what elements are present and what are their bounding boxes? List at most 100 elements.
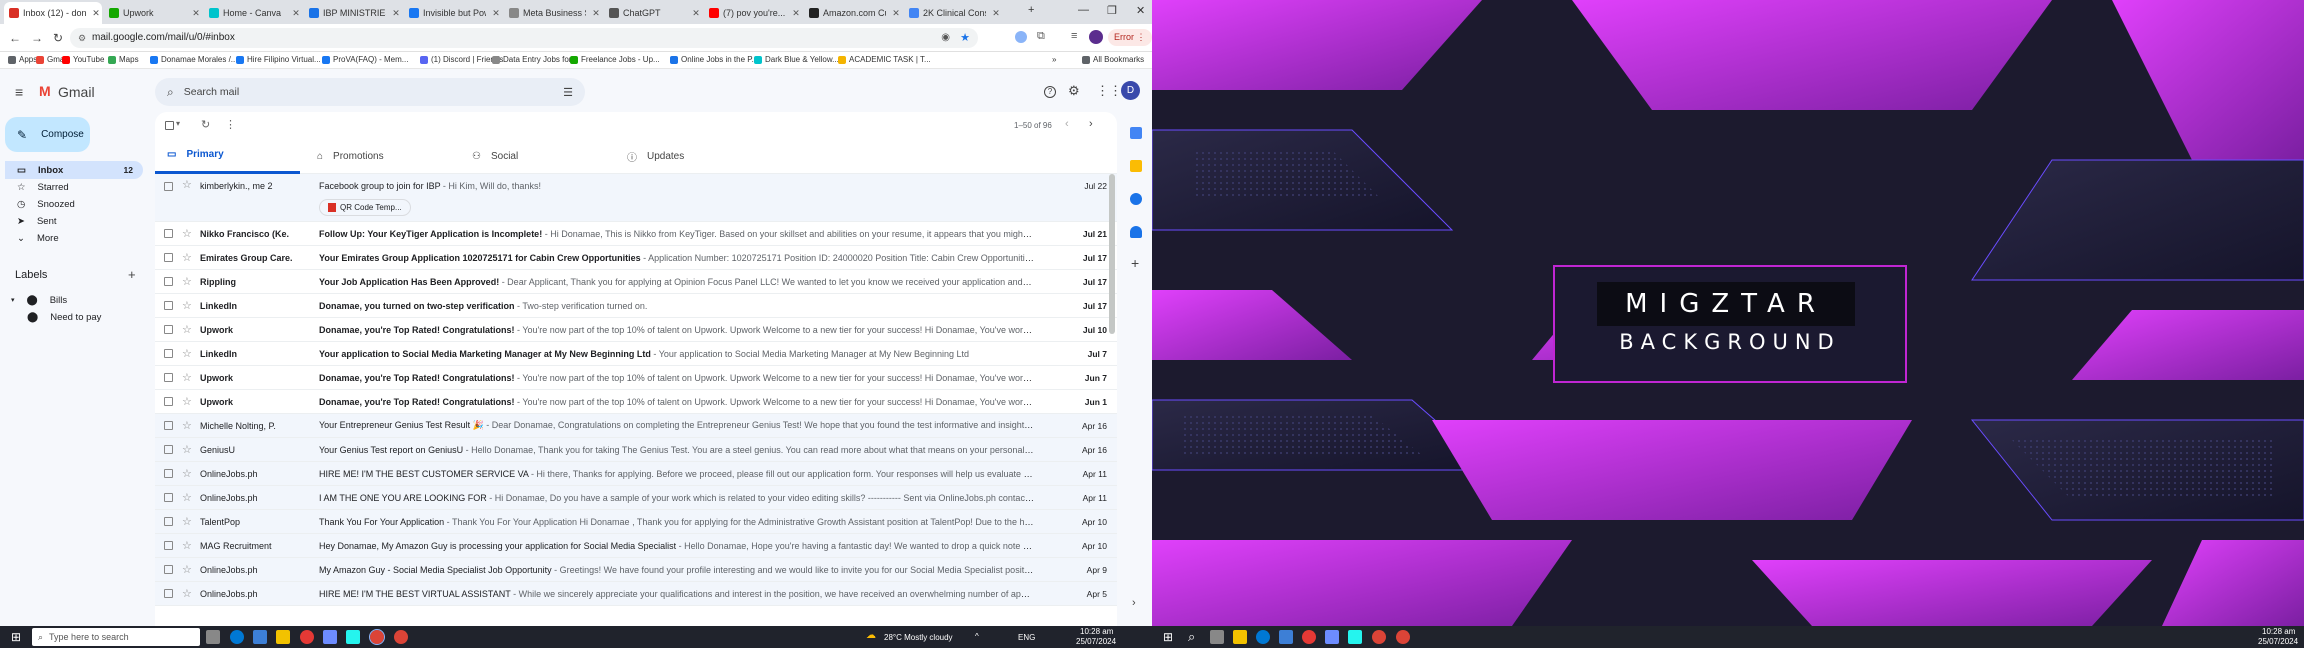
bookmark-star-icon[interactable]: ★: [960, 28, 970, 48]
windows-start-icon[interactable]: ⊞: [1163, 630, 1173, 644]
bookmark-item[interactable]: Dark Blue & Yellow...: [754, 55, 839, 64]
email-row[interactable]: ☆ OnlineJobs.ph I AM THE ONE YOU ARE LOOKI…: [155, 486, 1117, 510]
task-view-icon[interactable]: [1210, 630, 1224, 644]
task-view-icon[interactable]: [206, 630, 220, 644]
clock-time[interactable]: 10:28 am: [1080, 627, 1113, 636]
email-row[interactable]: ☆ OnlineJobs.ph HIRE ME! I'M THE BEST CUST…: [155, 462, 1117, 486]
taskbar-search-input[interactable]: Type here to search: [49, 632, 129, 642]
star-icon[interactable]: ☆: [182, 515, 192, 528]
chrome-icon[interactable]: [369, 629, 385, 645]
add-addon-icon[interactable]: +: [1131, 255, 1139, 271]
star-icon[interactable]: ☆: [182, 587, 192, 600]
scrollbar-thumb[interactable]: [1109, 174, 1115, 334]
language-indicator[interactable]: ENG: [1018, 633, 1035, 642]
clock-date[interactable]: 25/07/2024: [1076, 637, 1116, 646]
clock-date-right[interactable]: 25/07/2024: [2258, 637, 2298, 646]
menu-lines-icon[interactable]: ≡: [1071, 30, 1077, 42]
weather-text[interactable]: 28°C Mostly cloudy: [884, 633, 953, 642]
tray-overflow-icon[interactable]: ^: [975, 632, 979, 641]
bookmark-item[interactable]: ProVA(FAQ) - Mem...: [322, 55, 408, 64]
url-field[interactable]: ⚙ mail.google.com/mail/u/0/#inbox ◉ ★: [70, 28, 978, 48]
browser-tab[interactable]: ChatGPT ✕: [604, 2, 702, 24]
email-row[interactable]: ☆ Upwork Donamae, you're Top Rated! Congra…: [155, 366, 1117, 390]
chrome-icon[interactable]: [394, 630, 408, 644]
label-item[interactable]: ⬤ Need to pay: [5, 308, 143, 326]
row-checkbox[interactable]: [164, 493, 173, 502]
star-icon[interactable]: ☆: [182, 491, 192, 504]
tasks-icon[interactable]: [1130, 193, 1142, 205]
gmail-logo-text[interactable]: Gmail: [58, 84, 95, 100]
email-row[interactable]: ☆ LinkedIn Your application to Social Medi…: [155, 342, 1117, 366]
row-checkbox[interactable]: [164, 373, 173, 382]
email-row[interactable]: ☆ Rippling Your Job Application Has Been A…: [155, 270, 1117, 294]
chrome-icon[interactable]: [1372, 630, 1386, 644]
hamburger-menu-icon[interactable]: ≡: [15, 84, 23, 100]
maximize-icon[interactable]: ❐: [1107, 4, 1117, 17]
star-icon[interactable]: ☆: [182, 347, 192, 360]
star-icon[interactable]: ☆: [182, 275, 192, 288]
refresh-icon[interactable]: ↻: [201, 118, 210, 131]
more-options-icon[interactable]: ⋮: [225, 118, 236, 131]
tab-close-icon[interactable]: ✕: [890, 8, 902, 19]
bookmark-item[interactable]: Hire Filipino Virtual...: [236, 55, 321, 64]
browser-tab[interactable]: Inbox (12) - don... ✕: [4, 2, 102, 24]
app-icon[interactable]: [346, 630, 360, 644]
browser-tab[interactable]: Upwork ✕: [104, 2, 202, 24]
email-row[interactable]: ☆ MAG Recruitment Hey Donamae, My Amazon G…: [155, 534, 1117, 558]
row-checkbox[interactable]: [164, 541, 173, 550]
taskbar-search[interactable]: ⌕ Type here to search: [32, 628, 200, 646]
tab-social[interactable]: ⚇ Social: [460, 138, 605, 174]
app-icon[interactable]: [323, 630, 337, 644]
row-checkbox[interactable]: [164, 229, 173, 238]
row-checkbox[interactable]: [164, 301, 173, 310]
tab-primary[interactable]: ▭ Primary: [155, 138, 300, 174]
chrome-icon[interactable]: [1396, 630, 1410, 644]
tab-promotions[interactable]: ⌂ Promotions: [305, 138, 450, 174]
help-icon[interactable]: ?: [1044, 86, 1056, 98]
search-input[interactable]: Search mail: [184, 86, 239, 98]
tab-close-icon[interactable]: ✕: [690, 8, 702, 19]
bookmark-item[interactable]: YouTube: [62, 55, 104, 64]
app-icon[interactable]: [300, 630, 314, 644]
store-icon[interactable]: [1279, 630, 1293, 644]
error-button[interactable]: Error ⋮: [1108, 29, 1152, 46]
star-icon[interactable]: ☆: [182, 395, 192, 408]
browser-tab[interactable]: 2K Clinical Consu... ✕: [904, 2, 1002, 24]
sidebar-item-inbox[interactable]: ▭ Inbox 12: [5, 161, 143, 179]
browser-tab[interactable]: IBP MINISTRIES I... ✕: [304, 2, 402, 24]
sidebar-item-snoozed[interactable]: ◷ Snoozed: [5, 195, 143, 213]
profile-avatar-icon[interactable]: [1089, 30, 1103, 44]
email-row[interactable]: ☆ Emirates Group Care. Your Emirates Group…: [155, 246, 1117, 270]
star-icon[interactable]: ☆: [182, 563, 192, 576]
row-checkbox[interactable]: [164, 397, 173, 406]
bookmark-item[interactable]: Freelance Jobs - Up...: [570, 55, 660, 64]
back-icon[interactable]: ←: [9, 31, 21, 45]
attachment-chip[interactable]: QR Code Temp...: [319, 199, 411, 216]
email-row[interactable]: ☆ TalentPop Thank You For Your Application…: [155, 510, 1117, 534]
bookmarks-more-icon[interactable]: »: [1052, 55, 1056, 64]
file-explorer-icon[interactable]: [1233, 630, 1247, 644]
search-icon[interactable]: ⌕: [1188, 629, 1195, 645]
row-checkbox[interactable]: [164, 325, 173, 334]
windows-start-icon[interactable]: ⊞: [11, 630, 21, 644]
email-row[interactable]: ☆ Nikko Francisco (Ke. Follow Up: Your Key…: [155, 222, 1117, 246]
bookmark-item[interactable]: Apps: [8, 55, 37, 64]
tab-close-icon[interactable]: ✕: [790, 8, 802, 19]
row-checkbox[interactable]: [164, 349, 173, 358]
select-all-checkbox[interactable]: [165, 121, 174, 130]
row-checkbox[interactable]: [164, 253, 173, 262]
prev-page-icon[interactable]: ‹: [1065, 118, 1069, 130]
star-icon[interactable]: ☆: [182, 539, 192, 552]
star-icon[interactable]: ☆: [182, 178, 192, 191]
minimize-icon[interactable]: —: [1078, 4, 1089, 16]
tab-close-icon[interactable]: ✕: [490, 8, 502, 19]
email-row[interactable]: ☆ Michelle Nolting, P. Your Entrepreneur G…: [155, 414, 1117, 438]
star-icon[interactable]: ☆: [182, 419, 192, 432]
compose-button[interactable]: ✎ Compose: [5, 117, 90, 152]
browser-tab[interactable]: (7) pov you're... ✕: [704, 2, 802, 24]
edge-icon[interactable]: [1256, 630, 1270, 644]
store-icon[interactable]: [253, 630, 267, 644]
sidebar-item-sent[interactable]: ➤ Sent: [5, 212, 143, 230]
search-bar[interactable]: ⌕ Search mail ☰: [155, 78, 585, 106]
browser-tab[interactable]: Home - Canva ✕: [204, 2, 302, 24]
